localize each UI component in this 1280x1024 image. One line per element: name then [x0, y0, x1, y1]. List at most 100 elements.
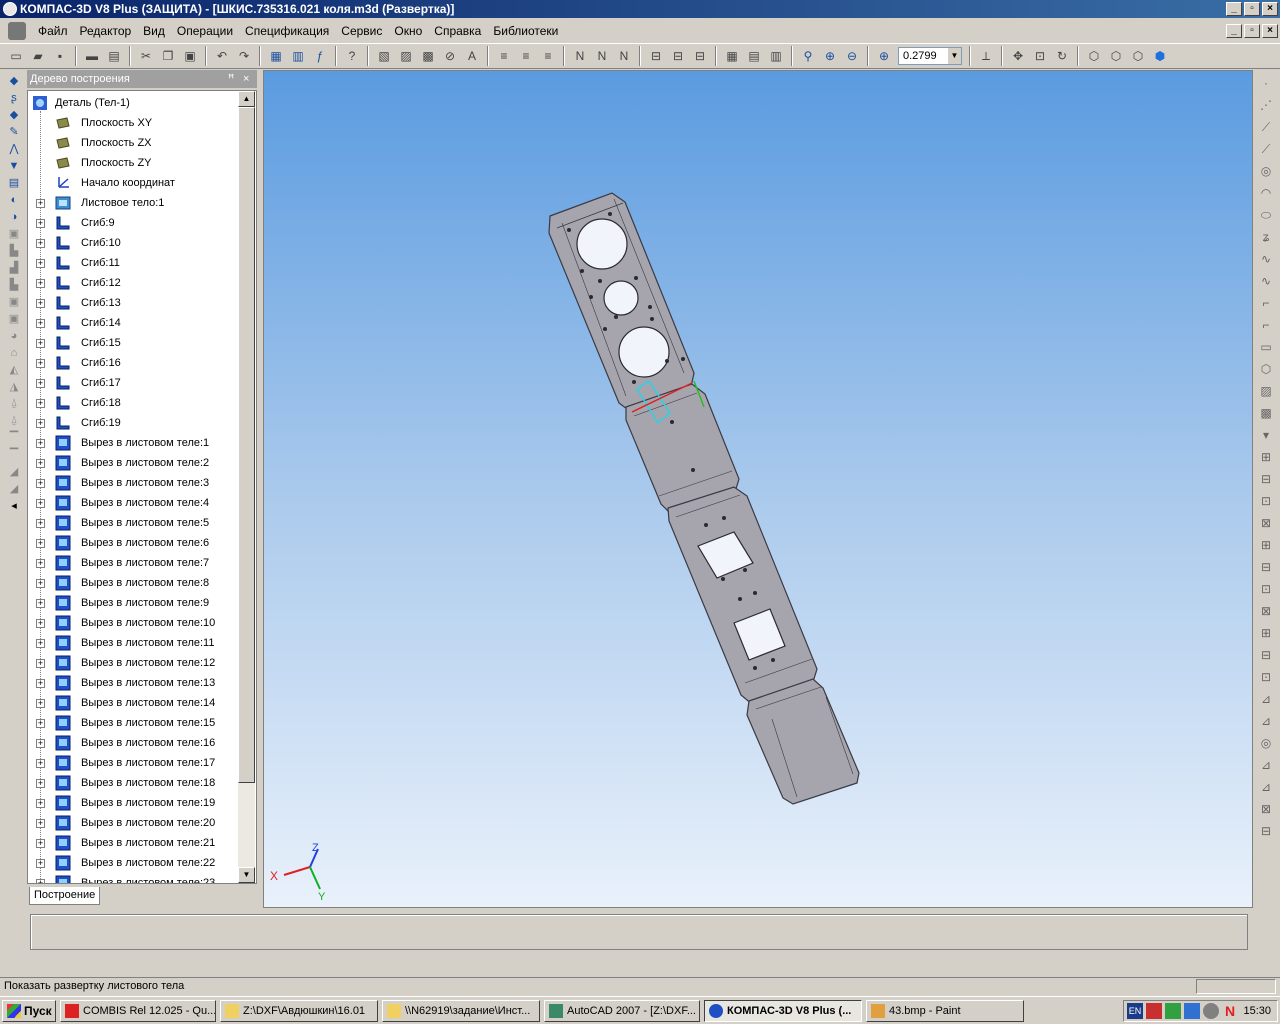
library-icon[interactable]: ▥ [288, 46, 308, 66]
format2-icon[interactable]: N [592, 46, 612, 66]
task-folder-network[interactable]: \\N62919\задание\Инст... [382, 999, 540, 1022]
text-style-icon[interactable]: A [462, 46, 482, 66]
tool-f-icon[interactable]: ▣ [5, 310, 23, 327]
tree-item[interactable]: + Листовое тело:1 [28, 193, 238, 213]
r-curve-icon[interactable]: ∿ [1257, 270, 1275, 292]
tray-n-icon[interactable]: N [1222, 1003, 1238, 1019]
task-folder-dxf[interactable]: Z:\DXF\Авдюшкин\16.01 [220, 999, 378, 1022]
r-edit3-icon[interactable]: ⊡ [1257, 490, 1275, 512]
tree-item[interactable]: + Вырез в листовом теле:19 [28, 793, 238, 813]
expand-icon[interactable]: + [36, 758, 45, 768]
expand-icon[interactable]: + [36, 738, 45, 748]
tree-item[interactable]: + Вырез в листовом теле:20 [28, 813, 238, 833]
tool-e-icon[interactable]: ▣ [5, 293, 23, 310]
tool-c-icon[interactable]: ▟ [5, 259, 23, 276]
tree-item[interactable]: + Вырез в листовом теле:10 [28, 613, 238, 633]
expand-icon[interactable]: + [36, 458, 45, 468]
r-dim1-icon[interactable]: ⊿ [1257, 688, 1275, 710]
r-polygon-icon[interactable]: ⬡ [1257, 358, 1275, 380]
tab-build[interactable]: Построение [29, 887, 101, 905]
expand-icon[interactable]: + [36, 238, 45, 248]
r-spiral-icon[interactable]: ʑ [1257, 226, 1275, 248]
tree-item[interactable]: + Вырез в листовом теле:1 [28, 433, 238, 453]
language-indicator[interactable]: EN [1127, 1003, 1143, 1019]
r-edit10-icon[interactable]: ⊟ [1257, 644, 1275, 666]
r-line2-icon[interactable]: ⟋ [1257, 138, 1275, 160]
menu-window[interactable]: Окно [388, 24, 428, 38]
expand-icon[interactable]: + [36, 778, 45, 788]
menu-operations[interactable]: Операции [171, 24, 239, 38]
menu-help[interactable]: Справка [428, 24, 487, 38]
tool-sheet-icon[interactable]: ◑ [5, 208, 23, 225]
tree-item[interactable]: Плоскость ZX [28, 133, 238, 153]
tool-i-icon[interactable]: ◭ [5, 361, 23, 378]
r-edit1-icon[interactable]: ⊞ [1257, 446, 1275, 468]
expand-icon[interactable]: + [36, 638, 45, 648]
tree-item[interactable]: + Вырез в листовом теле:12 [28, 653, 238, 673]
tree-root[interactable]: Деталь (Тел-1) [28, 93, 238, 113]
tool-a-icon[interactable]: ▣ [5, 225, 23, 242]
r-point2-icon[interactable]: ⋰ [1257, 94, 1275, 116]
r-edit4-icon[interactable]: ⊠ [1257, 512, 1275, 534]
tree-item[interactable]: + Сгиб:11 [28, 253, 238, 273]
tree-item[interactable]: + Вырез в листовом теле:4 [28, 493, 238, 513]
expand-icon[interactable]: + [36, 338, 45, 348]
r-chamfer-icon[interactable]: ⌐ [1257, 314, 1275, 336]
zoom-window-icon[interactable]: ⚲ [798, 46, 818, 66]
start-button[interactable]: Пуск [2, 999, 56, 1022]
expand-icon[interactable]: + [36, 618, 45, 628]
zoom-in-icon[interactable]: ⊕ [820, 46, 840, 66]
copy-icon[interactable]: ❐ [158, 46, 178, 66]
spec2-icon[interactable]: ⊟ [668, 46, 688, 66]
close-button[interactable]: × [1262, 2, 1278, 16]
r-edit8-icon[interactable]: ⊠ [1257, 600, 1275, 622]
tool-edit-icon[interactable]: ◆ [5, 106, 23, 123]
doc-restore-button[interactable]: ▫ [1244, 24, 1260, 38]
tree-item[interactable]: + Вырез в листовом теле:15 [28, 713, 238, 733]
expand-icon[interactable]: + [36, 578, 45, 588]
r-point-icon[interactable]: · [1257, 72, 1275, 94]
tree-item[interactable]: Плоскость ZY [28, 153, 238, 173]
format3-icon[interactable]: N [614, 46, 634, 66]
task-autocad[interactable]: AutoCAD 2007 - [Z:\DXF... [544, 999, 700, 1022]
undo-icon[interactable]: ↶ [212, 46, 232, 66]
tool-p-icon[interactable]: ◢ [5, 480, 23, 497]
tool-sketch-icon[interactable]: ʂ [5, 89, 23, 106]
r-edit6-icon[interactable]: ⊟ [1257, 556, 1275, 578]
r-dim5-icon[interactable]: ⊿ [1257, 776, 1275, 798]
doc-minimize-button[interactable]: _ [1226, 24, 1242, 38]
tree-item[interactable]: + Вырез в листовом теле:23 [28, 873, 238, 883]
task-combis[interactable]: COMBIS Rel 12.025 - Qu... [60, 999, 216, 1022]
r-dim7-icon[interactable]: ⊟ [1257, 820, 1275, 842]
tree-item[interactable]: + Вырез в листовом теле:18 [28, 773, 238, 793]
zoom-out-icon[interactable]: ⊖ [842, 46, 862, 66]
tree-item[interactable]: + Вырез в листовом теле:3 [28, 473, 238, 493]
menu-libraries[interactable]: Библиотеки [487, 24, 564, 38]
tree-item[interactable]: + Вырез в листовом теле:22 [28, 853, 238, 873]
expand-icon[interactable]: + [36, 318, 45, 328]
r-dim6-icon[interactable]: ⊠ [1257, 798, 1275, 820]
menu-specification[interactable]: Спецификация [239, 24, 335, 38]
expand-icon[interactable]: + [36, 858, 45, 868]
scroll-up-icon[interactable]: ▲ [238, 91, 255, 107]
tray-app4-icon[interactable] [1203, 1003, 1219, 1019]
tree-item[interactable]: + Вырез в листовом теле:9 [28, 593, 238, 613]
close-icon[interactable]: × [243, 70, 249, 88]
tree-item[interactable]: + Вырез в листовом теле:17 [28, 753, 238, 773]
r-hatch2-icon[interactable]: ▩ [1257, 402, 1275, 424]
align-left-icon[interactable]: ≡ [494, 46, 514, 66]
menu-editor[interactable]: Редактор [74, 24, 138, 38]
expand-icon[interactable]: + [36, 438, 45, 448]
tree-scrollbar[interactable]: ▲ ▼ [238, 91, 255, 883]
expand-icon[interactable]: + [36, 298, 45, 308]
expand-icon[interactable]: + [36, 878, 45, 883]
r-edit9-icon[interactable]: ⊞ [1257, 622, 1275, 644]
pin-icon[interactable]: ꟸ [228, 70, 234, 88]
menu-view[interactable]: Вид [137, 24, 171, 38]
expand-icon[interactable]: + [36, 258, 45, 268]
tool-m-icon[interactable]: ▔ [5, 429, 23, 446]
help-pointer-icon[interactable]: ? [342, 46, 362, 66]
r-arc-icon[interactable]: ◠ [1257, 182, 1275, 204]
cut-icon[interactable]: ✂ [136, 46, 156, 66]
r-dim3-icon[interactable]: ◎ [1257, 732, 1275, 754]
